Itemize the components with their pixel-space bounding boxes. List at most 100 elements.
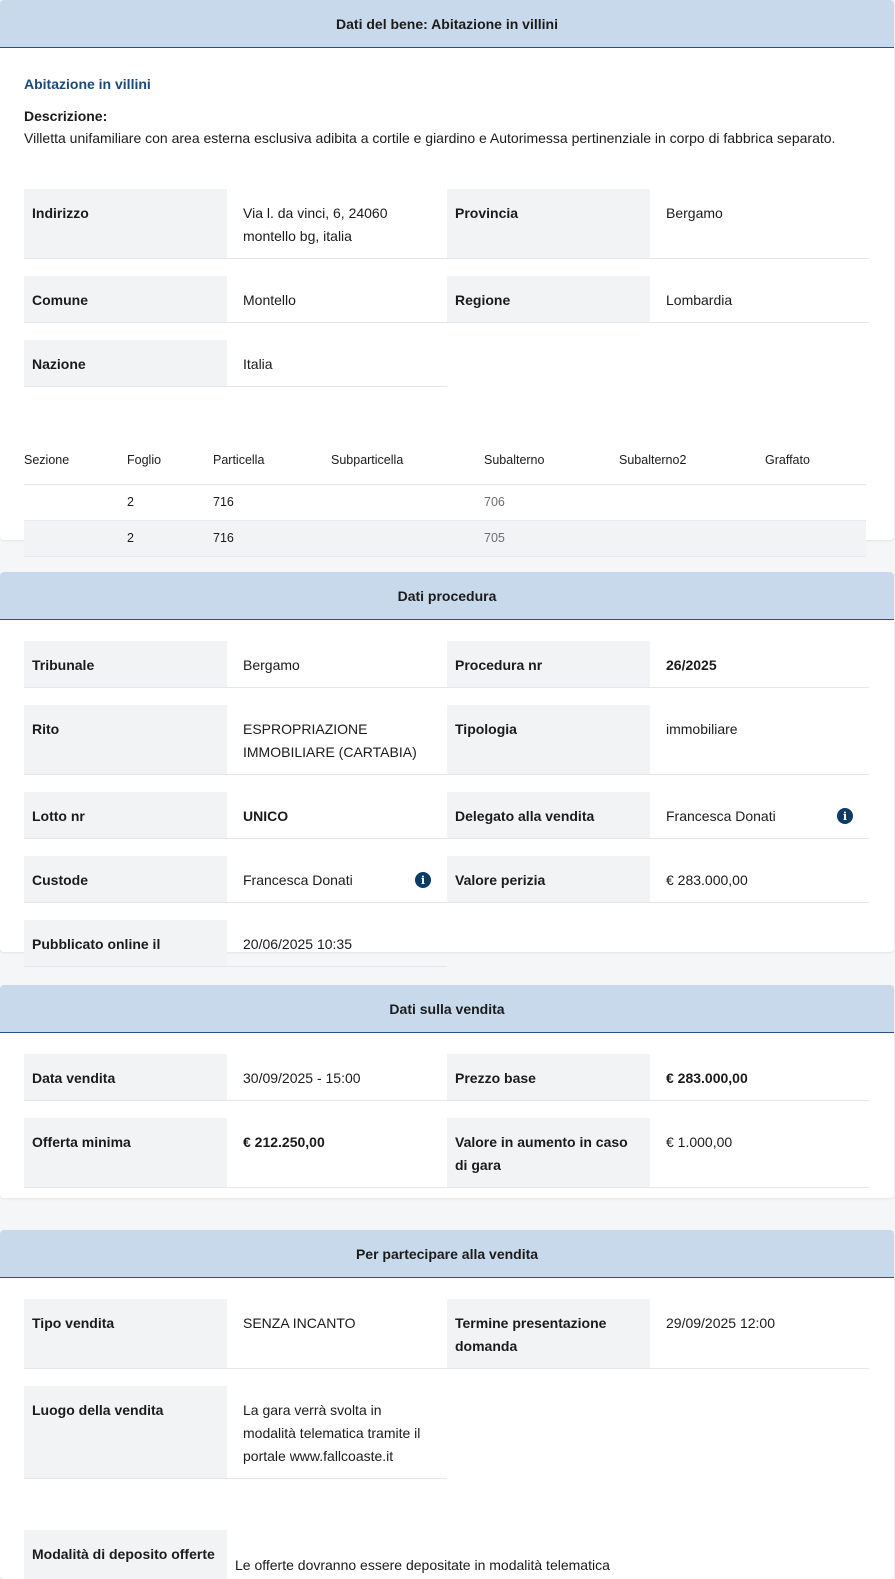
pubblicato-value: 20/06/2025 10:35 [227,920,447,967]
luogo-label: Luogo della vendita [24,1386,227,1479]
termine-value: 29/09/2025 12:00 [650,1299,869,1369]
catasto-header: Foglio [127,437,213,485]
offerta-minima-value: € 212.250,00 [227,1118,447,1188]
table-cell [331,520,484,557]
catasto-header: Graffato [765,437,866,485]
info-icon[interactable]: i [837,808,853,824]
bene-card: Dati del bene: Abitazione in villini Abi… [0,0,894,557]
tribunale-text: Bergamo [243,657,300,673]
partecipare-fields: Tipo vendita SENZA INCANTO Termine prese… [24,1299,869,1479]
descrizione-label: Descrizione: [24,108,108,124]
tipo-vendita-value: SENZA INCANTO [227,1299,447,1369]
provincia-text: Bergamo [666,205,723,221]
regione-text: Lombardia [666,292,733,308]
bene-fields: Indirizzo Via l. da vinci, 6, 24060 mont… [24,189,869,387]
custode-value: Francesca Donati i [227,856,447,903]
valore-perizia-text: € 283.000,00 [666,872,748,888]
table-cell [765,520,866,557]
prezzo-base-text: € 283.000,00 [666,1070,748,1086]
table-cell [24,484,127,521]
tribunale-label: Tribunale [24,641,227,688]
indirizzo-value: Via l. da vinci, 6, 24060 montello bg, i… [227,189,447,259]
vendita-header: Dati sulla vendita [0,985,894,1033]
offerta-minima-text: € 212.250,00 [243,1134,325,1150]
vendita-card: Dati sulla vendita Data vendita 30/09/20… [0,985,894,1198]
rito-label: Rito [24,705,227,775]
aumento-text: € 1.000,00 [666,1134,733,1150]
provincia-value: Bergamo [650,189,869,259]
catasto-header-row: Sezione Foglio Particella Subparticella … [24,437,866,485]
procedura-header: Dati procedura [0,572,894,620]
table-cell: 706 [484,484,619,521]
tipo-vendita-text: SENZA INCANTO [243,1315,356,1331]
comune-label: Comune [24,276,227,323]
partecipare-card: Per partecipare alla vendita Tipo vendit… [0,1230,894,1579]
catasto-header: Particella [213,437,331,485]
regione-value: Lombardia [650,276,869,323]
delegato-value: Francesca Donati i [650,792,869,839]
tipologia-text: immobiliare [666,721,738,737]
aumento-label: Valore in aumento in caso di gara [447,1118,650,1188]
table-cell [765,484,866,521]
bene-header: Dati del bene: Abitazione in villini [0,0,894,48]
custode-label: Custode [24,856,227,903]
catasto-header: Subparticella [331,437,484,485]
catasto-header: Subalterno [484,437,619,485]
nazione-value: Italia [227,340,447,387]
prezzo-base-label: Prezzo base [447,1054,650,1101]
table-cell: 2 [127,484,213,521]
table-cell [24,520,127,557]
data-vendita-value: 30/09/2025 - 15:00 [227,1054,447,1101]
info-icon[interactable]: i [415,872,431,888]
tipologia-label: Tipologia [447,705,650,775]
tipologia-value: immobiliare [650,705,869,775]
catasto-header: Sezione [24,437,127,485]
indirizzo-label: Indirizzo [24,189,227,259]
table-cell: 716 [213,520,331,557]
data-vendita-text: 30/09/2025 - 15:00 [243,1070,361,1086]
table-cell [331,484,484,521]
delegato-label: Delegato alla vendita [447,792,650,839]
offerta-minima-label: Offerta minima [24,1118,227,1188]
modalita-row: Modalità di deposito offerte Le offerte … [24,1530,866,1579]
nazione-label: Nazione [24,340,227,387]
bene-subtitle: Abitazione in villini [24,76,151,92]
luogo-value: La gara verrà svolta in modalità telemat… [227,1386,447,1479]
modalita-value: Le offerte dovranno essere depositate in… [227,1530,866,1579]
table-cell: 705 [484,520,619,557]
regione-label: Regione [447,276,650,323]
catasto-table: Sezione Foglio Particella Subparticella … [24,437,866,557]
prezzo-base-value: € 283.000,00 [650,1054,869,1101]
termine-label: Termine presentazione domanda [447,1299,650,1369]
procedura-nr-value: 26/2025 [650,641,869,688]
rito-text: ESPROPRIAZIONE IMMOBILIARE (CARTABIA) [243,721,417,760]
table-row: 2 716 705 [24,520,866,557]
nazione-text: Italia [243,356,273,372]
partecipare-header: Per partecipare alla vendita [0,1230,894,1278]
modalita-label: Modalità di deposito offerte [24,1530,227,1579]
indirizzo-text: Via l. da vinci, 6, 24060 montello bg, i… [243,205,388,244]
data-vendita-label: Data vendita [24,1054,227,1101]
procedura-nr-label: Procedura nr [447,641,650,688]
delegato-text: Francesca Donati [666,808,776,824]
comune-text: Montello [243,292,296,308]
table-row: 2 716 706 [24,484,866,521]
rito-value: ESPROPRIAZIONE IMMOBILIARE (CARTABIA) [227,705,447,775]
descrizione-text: Villetta unifamiliare con area esterna e… [24,130,836,146]
procedura-card: Dati procedura Tribunale Bergamo Procedu… [0,572,894,967]
luogo-text: La gara verrà svolta in modalità telemat… [243,1402,421,1464]
valore-perizia-value: € 283.000,00 [650,856,869,903]
table-cell [619,520,765,557]
procedura-fields: Tribunale Bergamo Procedura nr 26/2025 R… [24,641,869,967]
custode-text: Francesca Donati [243,872,353,888]
provincia-label: Provincia [447,189,650,259]
valore-perizia-label: Valore perizia [447,856,650,903]
table-cell [619,484,765,521]
modalita-text: Le offerte dovranno essere depositate in… [235,1557,610,1573]
pubblicato-text: 20/06/2025 10:35 [243,936,352,952]
pubblicato-label: Pubblicato online il [24,920,227,967]
aumento-value: € 1.000,00 [650,1118,869,1188]
tipo-vendita-label: Tipo vendita [24,1299,227,1369]
table-cell: 716 [213,484,331,521]
lotto-text: UNICO [243,808,289,824]
